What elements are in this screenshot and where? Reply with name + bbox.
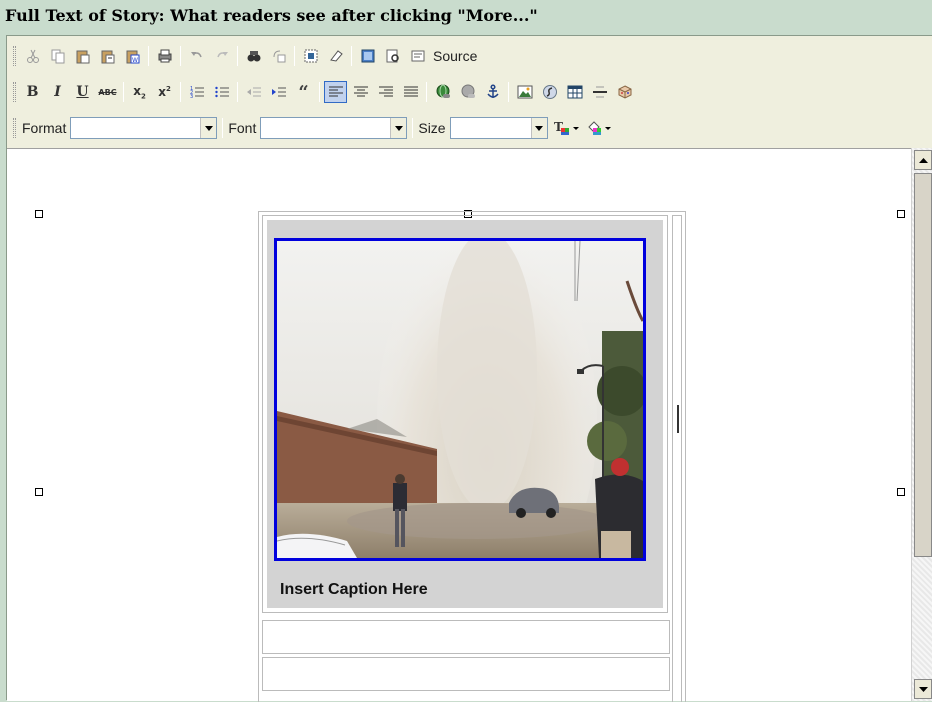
story-photo[interactable] [274, 238, 646, 561]
paste-word-icon[interactable]: W [121, 45, 144, 67]
horizontal-rule-icon[interactable] [588, 81, 611, 103]
scrollbar-thumb[interactable] [914, 173, 932, 557]
toolbar-separator [148, 46, 149, 66]
background-color-icon[interactable] [584, 117, 614, 139]
format-value [71, 118, 200, 138]
table-icon[interactable] [563, 81, 586, 103]
anchor-icon[interactable] [481, 81, 504, 103]
font-select[interactable] [260, 117, 408, 139]
chevron-down-icon[interactable] [390, 118, 407, 138]
font-label: Font [228, 120, 257, 136]
toolbar-grip[interactable] [13, 118, 16, 138]
chevron-down-icon[interactable] [200, 118, 217, 138]
superscript-icon[interactable]: x2 [153, 81, 176, 103]
toolbar-separator [222, 118, 224, 138]
toolbar-grip[interactable] [13, 82, 16, 102]
table-cell[interactable] [262, 657, 670, 691]
photo-illustration [277, 241, 643, 558]
size-value [451, 118, 531, 138]
resize-handle[interactable] [35, 488, 43, 496]
scroll-up-button[interactable] [914, 150, 932, 170]
resize-handle[interactable] [35, 210, 43, 218]
align-left-icon[interactable] [324, 81, 347, 103]
toolbar-separator [123, 82, 124, 102]
underline-icon[interactable]: U [71, 81, 94, 103]
svg-text:W: W [132, 57, 138, 64]
format-select[interactable] [70, 117, 218, 139]
preview-icon[interactable] [356, 45, 379, 67]
flash-icon[interactable] [538, 81, 561, 103]
document-body[interactable]: Insert Caption Here [22, 149, 911, 702]
redo-icon[interactable] [210, 45, 233, 67]
copy-icon[interactable] [46, 45, 69, 67]
bulleted-list-icon[interactable] [210, 81, 233, 103]
toolbar-separator [237, 82, 238, 102]
print-icon[interactable] [153, 45, 176, 67]
unlink-icon[interactable] [456, 81, 479, 103]
cut-icon[interactable] [21, 45, 44, 67]
toolbar-grip[interactable] [13, 46, 16, 66]
align-right-icon[interactable] [374, 81, 397, 103]
editor-toolbar: W Source B I U ABC x2 x2 1 2 3 “ Format … [7, 36, 932, 148]
svg-text:3: 3 [190, 94, 193, 100]
special-char-icon[interactable] [613, 81, 636, 103]
paste-icon[interactable] [71, 45, 94, 67]
chevron-down-icon [918, 686, 928, 692]
indent-icon[interactable] [267, 81, 290, 103]
toolbar-separator [237, 46, 238, 66]
text-cursor [677, 405, 679, 433]
numbered-list-icon[interactable]: 123 [185, 81, 208, 103]
strikethrough-icon[interactable]: ABC [96, 81, 119, 103]
templates-icon[interactable] [381, 45, 404, 67]
page-title: Full Text of Story: What readers see aft… [0, 0, 932, 35]
size-select[interactable] [449, 117, 548, 139]
source-icon[interactable] [406, 45, 429, 67]
remove-format-icon[interactable] [324, 45, 347, 67]
outdent-icon[interactable] [242, 81, 265, 103]
align-center-icon[interactable] [349, 81, 372, 103]
toolbar-separator [180, 82, 181, 102]
toolbar-separator [508, 82, 509, 102]
paste-text-icon[interactable] [96, 45, 119, 67]
toolbar-separator [412, 118, 414, 138]
blockquote-icon[interactable]: “ [292, 81, 315, 103]
rich-text-editor: W Source B I U ABC x2 x2 1 2 3 “ Format … [6, 35, 932, 702]
photo-caption[interactable]: Insert Caption Here [280, 581, 428, 599]
resize-handle[interactable] [897, 210, 905, 218]
select-all-icon[interactable] [299, 45, 322, 67]
toolbar-row-2: B I U ABC x2 x2 123 “ [13, 79, 637, 105]
find-icon[interactable] [242, 45, 265, 67]
chevron-down-icon[interactable] [530, 118, 547, 138]
toolbar-separator [319, 82, 320, 102]
subscript-icon[interactable]: x2 [128, 81, 151, 103]
editor-content-area[interactable]: Insert Caption Here [7, 148, 932, 702]
undo-icon[interactable] [185, 45, 208, 67]
vertical-scrollbar[interactable] [911, 148, 932, 701]
size-label: Size [418, 120, 446, 136]
resize-handle[interactable] [897, 488, 905, 496]
toolbar-separator [180, 46, 181, 66]
justify-icon[interactable] [399, 81, 422, 103]
text-color-icon[interactable]: T [552, 117, 582, 139]
toolbar-row-1: W Source [13, 43, 477, 69]
source-button-label[interactable]: Source [433, 48, 477, 64]
table-cell[interactable] [672, 215, 682, 702]
format-label: Format [22, 120, 67, 136]
replace-icon[interactable] [267, 45, 290, 67]
chevron-up-icon [918, 157, 928, 163]
link-icon[interactable] [431, 81, 454, 103]
toolbar-separator [426, 82, 427, 102]
table-cell[interactable] [262, 620, 670, 654]
italic-icon[interactable]: I [46, 81, 69, 103]
font-value [261, 118, 390, 138]
toolbar-row-3: Format Font Size T [13, 115, 615, 141]
toolbar-separator [351, 46, 352, 66]
image-icon[interactable] [513, 81, 536, 103]
toolbar-separator [294, 46, 295, 66]
scroll-down-button[interactable] [914, 679, 932, 699]
page: Full Text of Story: What readers see aft… [0, 0, 932, 702]
bold-icon[interactable]: B [21, 81, 44, 103]
